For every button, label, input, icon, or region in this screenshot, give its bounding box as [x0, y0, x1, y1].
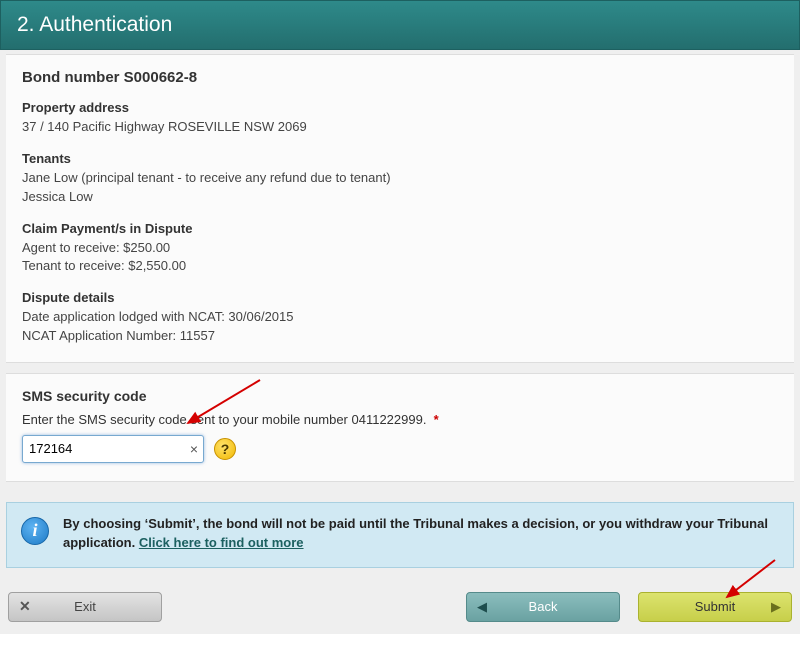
info-icon: i: [21, 517, 49, 545]
tenant-to-receive: Tenant to receive: $2,550.00: [22, 257, 778, 276]
sms-security-panel: SMS security code Enter the SMS security…: [6, 373, 794, 482]
chevron-left-icon: ◀: [477, 599, 487, 615]
back-button[interactable]: ◀ Back: [466, 592, 620, 622]
info-text: By choosing ‘Submit’, the bond will not …: [63, 515, 779, 553]
step-header: 2. Authentication: [0, 0, 800, 50]
bond-number: Bond number S000662-8: [22, 69, 778, 86]
tenant-row: Jessica Low: [22, 188, 778, 207]
ncat-number: NCAT Application Number: 11557: [22, 327, 778, 346]
submit-button-label: Submit: [695, 599, 735, 614]
property-address-value: 37 / 140 Pacific Highway ROSEVILLE NSW 2…: [22, 118, 778, 137]
submit-button[interactable]: Submit ▶: [638, 592, 792, 622]
close-icon: ✕: [19, 598, 31, 615]
tenant-row: Jane Low (principal tenant - to receive …: [22, 169, 778, 188]
tenants-label: Tenants: [22, 151, 778, 166]
agent-to-receive: Agent to receive: $250.00: [22, 239, 778, 258]
dispute-details-label: Dispute details: [22, 290, 778, 305]
help-icon[interactable]: ?: [214, 438, 236, 460]
dispute-date: Date application lodged with NCAT: 30/06…: [22, 308, 778, 327]
exit-button[interactable]: ✕ Exit: [8, 592, 162, 622]
dispute-details-values: Date application lodged with NCAT: 30/06…: [22, 308, 778, 346]
sms-title: SMS security code: [22, 388, 778, 404]
button-row: ✕ Exit ◀ Back Submit ▶: [6, 592, 794, 622]
info-link[interactable]: Click here to find out more: [139, 535, 304, 550]
property-address-label: Property address: [22, 100, 778, 115]
back-button-label: Back: [529, 599, 558, 614]
chevron-right-icon: ▶: [771, 599, 781, 615]
info-box: i By choosing ‘Submit’, the bond will no…: [6, 502, 794, 568]
claim-payment-values: Agent to receive: $250.00 Tenant to rece…: [22, 239, 778, 277]
sms-instruction-text: Enter the SMS security code sent to your…: [22, 412, 426, 427]
sms-instruction: Enter the SMS security code sent to your…: [22, 412, 778, 427]
sms-code-input[interactable]: [22, 435, 204, 463]
clear-input-icon[interactable]: ×: [190, 442, 198, 456]
bond-details-panel: Bond number S000662-8 Property address 3…: [6, 54, 794, 363]
exit-button-label: Exit: [74, 599, 96, 614]
step-title: 2. Authentication: [17, 13, 172, 36]
claim-payment-label: Claim Payment/s in Dispute: [22, 221, 778, 236]
tenants-list: Jane Low (principal tenant - to receive …: [22, 169, 778, 207]
required-asterisk: *: [434, 412, 439, 427]
